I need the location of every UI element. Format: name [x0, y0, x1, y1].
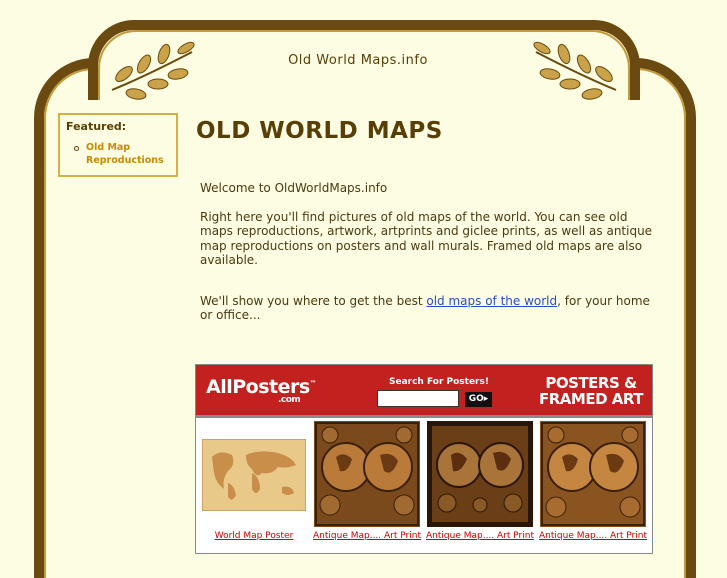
product-caption[interactable]: Antique Map.... Art Print: [537, 531, 649, 541]
product-card: World Map Poster: [198, 421, 310, 541]
laurel-left-icon: [111, 41, 195, 100]
product-card: Antique Map.... Art Print: [311, 421, 423, 541]
allposters-search-input[interactable]: [377, 390, 459, 407]
product-caption[interactable]: Antique Map.... Art Print: [424, 531, 536, 541]
welcome-text: Welcome to OldWorldMaps.info: [200, 181, 388, 195]
allposters-logo[interactable]: AllPosters™ .com: [206, 376, 317, 405]
intro-text: Right here you'll find pictures of old m…: [200, 209, 653, 268]
allposters-banner: AllPosters™ .com Search For Posters! GO▸…: [196, 365, 652, 415]
page-title: OLD WORLD MAPS: [196, 118, 443, 144]
main-content: Welcome to OldWorldMaps.info Right here …: [200, 181, 655, 323]
allposters-tagline[interactable]: POSTERS & FRAMED ART: [536, 375, 646, 407]
site-title: Old World Maps.info: [288, 53, 428, 68]
old-maps-link[interactable]: old maps of the world: [426, 294, 557, 308]
product-thumbnail[interactable]: [540, 421, 646, 527]
allposters-logo-tm: ™: [309, 379, 317, 388]
allposters-products: World Map Poster Antique Map.... Art Pri…: [196, 421, 652, 551]
laurel-right-icon: [533, 41, 617, 100]
allposters-tagline-line2: FRAMED ART: [539, 390, 643, 408]
allposters-search-label: Search For Posters!: [389, 377, 489, 387]
product-thumbnail[interactable]: [427, 421, 533, 527]
product-card: Antique Map.... Art Print: [537, 421, 649, 541]
allposters-logo-com: .com: [278, 395, 301, 405]
allposters-tagline-line1: POSTERS &: [545, 374, 637, 392]
sidebar-link-old-map-reproductions[interactable]: Old Map Reproductions: [86, 142, 164, 166]
product-thumbnail[interactable]: [202, 439, 306, 511]
sidebar-list: Old Map Reproductions: [66, 141, 170, 167]
sidebar-item-old-map-reproductions: Old Map Reproductions: [74, 141, 170, 167]
cta-text-before: We'll show you where to get the best: [200, 293, 427, 308]
allposters-go-button[interactable]: GO▸: [465, 392, 492, 407]
cta-paragraph: We'll show you where to get the best old…: [200, 294, 655, 323]
product-caption[interactable]: Antique Map.... Art Print: [311, 531, 423, 541]
product-thumbnail[interactable]: [314, 421, 420, 527]
sidebar-heading: Featured:: [66, 120, 127, 133]
allposters-widget: AllPosters™ .com Search For Posters! GO▸…: [195, 364, 653, 554]
product-caption[interactable]: World Map Poster: [198, 531, 310, 541]
product-card: Antique Map.... Art Print: [424, 421, 536, 541]
featured-sidebar: Featured: Old Map Reproductions: [58, 113, 178, 177]
allposters-divider: [196, 415, 652, 418]
